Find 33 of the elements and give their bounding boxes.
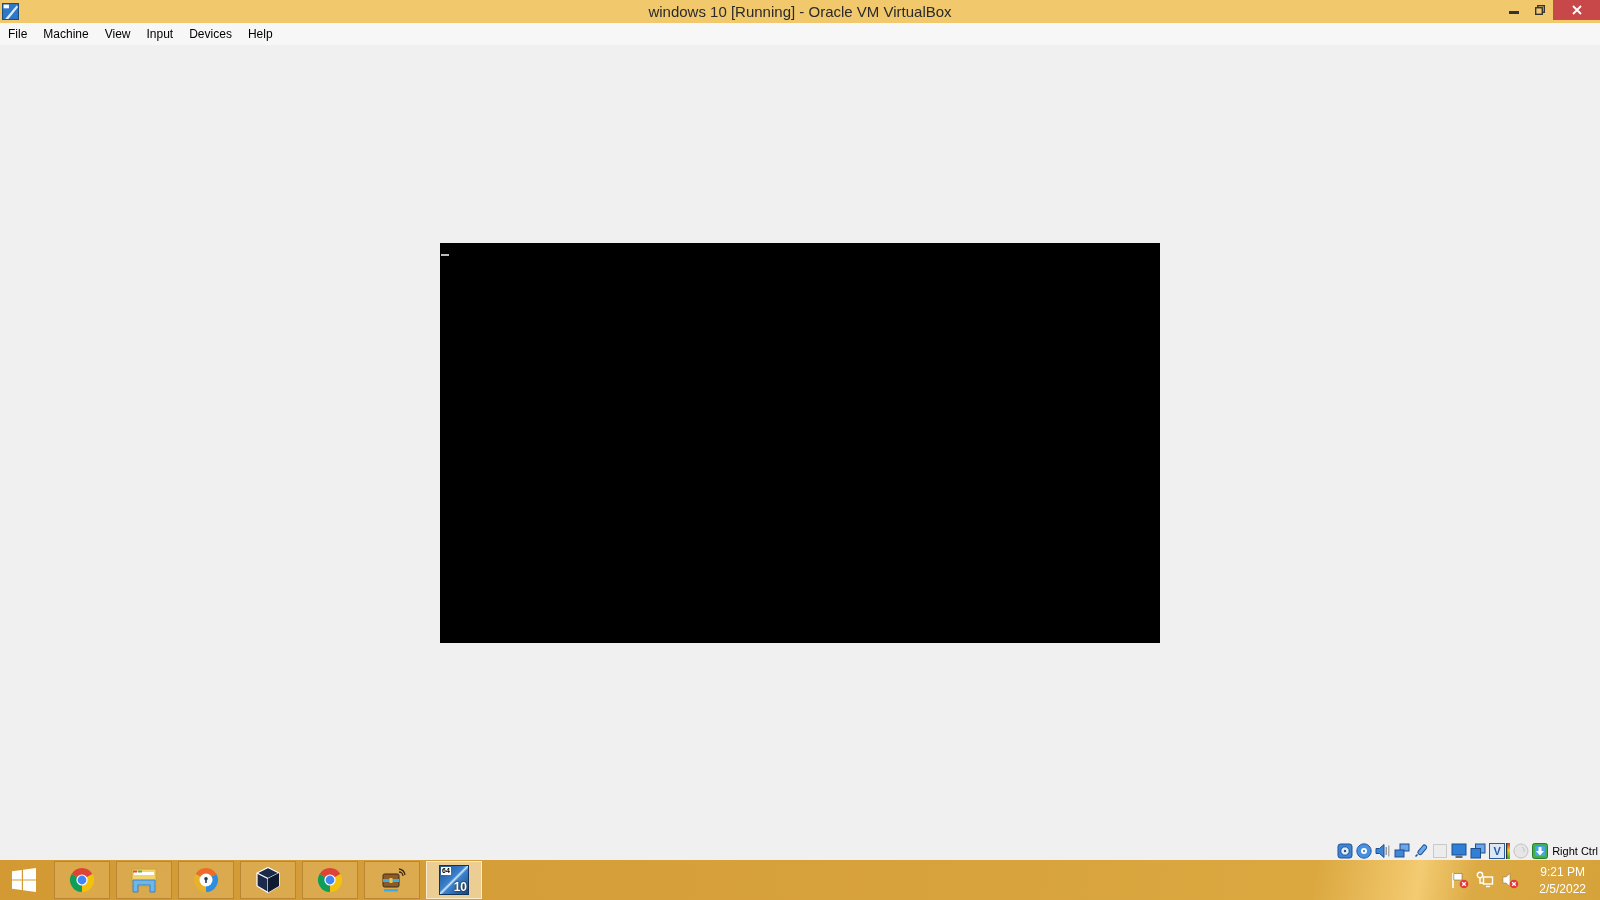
restore-icon	[1535, 5, 1545, 15]
close-button[interactable]	[1553, 0, 1600, 20]
menu-item[interactable]: Devices	[181, 23, 240, 45]
network-icon[interactable]	[1394, 842, 1411, 859]
menu-item[interactable]: Input	[138, 23, 182, 45]
minimize-icon	[1509, 10, 1519, 14]
monitor-icon[interactable]	[1451, 842, 1468, 859]
taskbar-button[interactable]	[240, 861, 296, 899]
menu-item[interactable]: Machine	[35, 23, 97, 45]
browser-icon	[68, 866, 96, 894]
cpu-meter-icon	[1506, 842, 1511, 859]
tile-bottom-label: 10	[453, 881, 467, 894]
speaker-icon[interactable]	[1375, 842, 1392, 859]
disc-icon[interactable]	[1356, 842, 1373, 859]
cube-icon	[254, 866, 282, 894]
menu-item[interactable]: View	[96, 23, 139, 45]
blank-tile-icon[interactable]	[1432, 842, 1449, 859]
keyhole-icon	[192, 866, 220, 894]
app-icon	[2, 3, 19, 20]
close-icon	[1571, 5, 1582, 15]
menu-item[interactable]: File	[0, 23, 36, 45]
host-key-label: Right Ctrl	[1552, 844, 1598, 857]
window-title: windows 10 [Running] - Oracle VM VirtualBox	[648, 3, 952, 20]
speaker-icon[interactable]	[1501, 871, 1520, 889]
start-icon	[12, 868, 36, 892]
folder-icon	[130, 866, 158, 894]
virtualization-badge[interactable]: V	[1489, 842, 1506, 859]
flag-icon[interactable]	[1451, 871, 1470, 889]
arrow-down-icon[interactable]	[1532, 842, 1549, 859]
menu-item[interactable]: Help	[239, 23, 281, 45]
stacked-windows-icon[interactable]	[1470, 842, 1487, 859]
browser-icon	[316, 866, 344, 894]
usb-icon[interactable]	[1413, 842, 1430, 859]
